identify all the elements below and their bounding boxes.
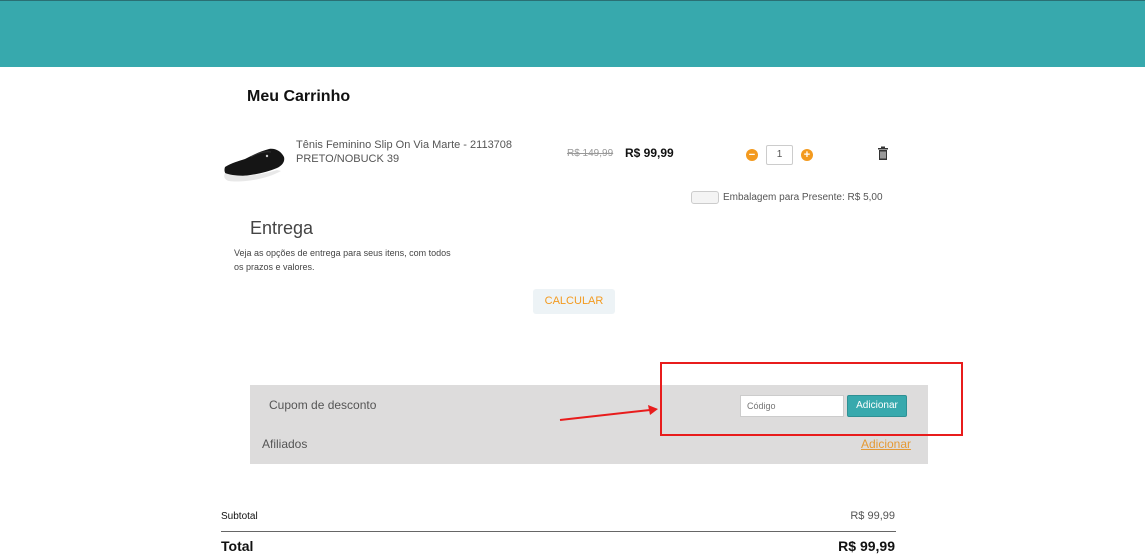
sneaker-icon[interactable] [221,137,287,187]
subtotal-value: R$ 99,99 [850,510,895,522]
annotation-highlight-box [660,362,963,436]
gift-wrap-toggle[interactable] [691,191,719,204]
product-name[interactable]: Tênis Feminino Slip On Via Marte - 21137… [296,138,536,166]
trash-icon[interactable] [877,146,889,160]
page-title: Meu Carrinho [247,88,351,105]
shipping-description: Veja as opções de entrega para seus iten… [234,248,451,272]
decrease-quantity-button[interactable]: − [746,149,758,161]
gift-wrap-label: Embalagem para Presente: R$ 5,00 [723,192,883,203]
add-affiliate-link[interactable]: Adicionar [861,437,911,451]
quantity-input[interactable]: 1 [766,145,793,165]
coupon-label: Cupom de desconto [269,398,377,412]
increase-quantity-button[interactable]: + [801,149,813,161]
original-price: R$ 149,99 [567,148,614,159]
top-header-bar [0,0,1145,67]
calculate-shipping-button[interactable]: CALCULAR [533,289,615,314]
subtotal-label: Subtotal [221,511,258,522]
sale-price: R$ 99,99 [625,146,674,160]
summary-divider [221,531,896,532]
annotation-arrow-icon [559,405,658,421]
affiliates-label: Afiliados [262,437,308,451]
shipping-title: Entrega [250,218,314,238]
